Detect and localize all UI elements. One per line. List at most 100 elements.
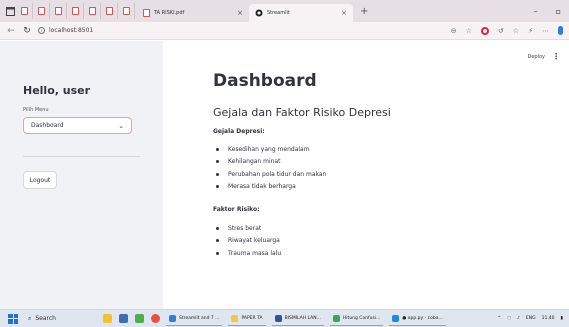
chrome-icon bbox=[332, 314, 340, 322]
list-item: Kehilangan minat bbox=[213, 156, 326, 169]
menu-label: Pilih Menu bbox=[23, 107, 49, 113]
volume-icon[interactable]: ♪ bbox=[517, 316, 520, 321]
risk-list: Stres berat Riwayat keluarga Trauma masa… bbox=[213, 222, 281, 260]
menu-select-value: Dashboard bbox=[31, 122, 64, 129]
logout-button[interactable]: Logout bbox=[23, 171, 57, 189]
url-field[interactable]: i localhost:8501 bbox=[38, 27, 93, 34]
pdf-icon bbox=[105, 7, 113, 15]
taskbar-app[interactable]: PAPER TA bbox=[228, 312, 266, 326]
bullet-icon bbox=[216, 160, 219, 164]
restore-icon[interactable]: ▫ bbox=[556, 7, 561, 16]
copilot-icon[interactable] bbox=[558, 26, 563, 35]
bullet-icon bbox=[216, 251, 219, 255]
taskbar-app[interactable]: Hitung Confusi... bbox=[329, 312, 384, 326]
streamlit-icon bbox=[255, 9, 263, 17]
pinned-tab[interactable] bbox=[67, 3, 84, 19]
taskbar-search[interactable]: ⌕ Search bbox=[28, 312, 96, 326]
page-subtitle: Gejala dan Faktor Risiko Depresi bbox=[213, 106, 391, 119]
pinned-tab[interactable] bbox=[101, 3, 118, 19]
close-tab-icon[interactable]: × bbox=[237, 9, 243, 17]
task-view-icon[interactable] bbox=[119, 314, 128, 323]
close-tab-icon[interactable]: × bbox=[341, 9, 347, 17]
system-tray: ^ ◌ ♪ ENG 11.40 ▮ bbox=[497, 316, 563, 321]
windows-start-icon[interactable] bbox=[8, 313, 18, 324]
menu-select[interactable]: Dashboard ⌄ bbox=[23, 117, 132, 134]
chevron-up-icon[interactable]: ^ bbox=[497, 316, 501, 321]
pdf-icon bbox=[71, 7, 79, 15]
tab-streamlit[interactable]: Streamlit × bbox=[249, 4, 353, 22]
vscode-icon bbox=[392, 314, 400, 322]
list-item: Merasa tidak berharga bbox=[213, 181, 326, 194]
clock[interactable]: 11.40 bbox=[542, 316, 555, 321]
zoom-icon[interactable]: ⊖ bbox=[451, 27, 457, 35]
risk-heading: Faktor Risiko: bbox=[213, 206, 260, 213]
url-text: localhost:8501 bbox=[49, 27, 94, 34]
folder-icon bbox=[231, 314, 239, 322]
list-item: Stres berat bbox=[213, 222, 281, 235]
pinned-tab[interactable] bbox=[16, 3, 33, 19]
pdf-icon bbox=[122, 7, 130, 15]
chrome-icon[interactable] bbox=[151, 314, 160, 323]
opera-icon[interactable] bbox=[480, 26, 489, 35]
bullet-icon bbox=[216, 226, 219, 230]
list-item: Kesedihan yang mendalam bbox=[213, 143, 326, 156]
tab-ta-riski-pdf[interactable]: TA RISKI.pdf × bbox=[137, 4, 249, 22]
notification-icon[interactable]: ▮ bbox=[561, 316, 563, 321]
pinned-tab[interactable] bbox=[33, 3, 50, 19]
language-indicator[interactable]: ENG bbox=[526, 316, 536, 321]
bullet-icon bbox=[216, 147, 219, 151]
list-item: Perubahan pola tidur dan makan bbox=[213, 168, 326, 181]
tab-title: TA RISKI.pdf bbox=[154, 10, 185, 16]
bullet-icon bbox=[216, 239, 219, 243]
taskbar-app[interactable]: ● app.py - coba... bbox=[389, 312, 446, 326]
taskbar-app[interactable]: BISMILAH LAN... bbox=[271, 312, 324, 326]
address-bar: ← ↻ i localhost:8501 ⊖ ☆ ↺ ☆ ⚡ ⋯ bbox=[0, 22, 569, 40]
list-item: Riwayat keluarga bbox=[213, 235, 281, 248]
address-bar-icons: ⊖ ☆ ↺ ☆ ⚡ ⋯ bbox=[451, 26, 563, 35]
reload-icon[interactable]: ↻ bbox=[22, 26, 32, 36]
sidebar: Hello, user Pilih Menu Dashboard ⌄ Logou… bbox=[0, 41, 163, 309]
list-item: Trauma masa lalu bbox=[213, 247, 281, 260]
symptoms-list: Kesedihan yang mendalam Kehilangan minat… bbox=[213, 143, 326, 193]
taskbar: ⌕ Search Streamlit and 7 ... PAPER TA BI… bbox=[0, 309, 569, 327]
search-icon: ⌕ bbox=[28, 314, 32, 322]
pdf-icon bbox=[88, 7, 96, 15]
extensions-icon[interactable]: ⚡ bbox=[528, 27, 533, 35]
browser-icon bbox=[169, 314, 176, 322]
new-tab-button[interactable]: + bbox=[360, 6, 368, 17]
chevron-down-icon: ⌄ bbox=[118, 121, 124, 130]
taskbar-app[interactable]: Streamlit and 7 ... bbox=[166, 312, 223, 326]
network-icon[interactable]: ◌ bbox=[507, 316, 511, 321]
greeting: Hello, user bbox=[23, 84, 91, 97]
pinned-tab[interactable] bbox=[118, 3, 135, 19]
page-title: Dashboard bbox=[213, 71, 317, 91]
favorites-icon[interactable]: ☆ bbox=[513, 27, 519, 35]
pdf-icon bbox=[54, 7, 62, 15]
bullet-icon bbox=[216, 185, 219, 189]
pdf-icon bbox=[20, 7, 28, 15]
window-menu-icon[interactable] bbox=[4, 5, 16, 17]
bookmark-star-icon[interactable]: ☆ bbox=[466, 27, 472, 35]
weather-icon[interactable] bbox=[103, 314, 112, 323]
tab-title: Streamlit bbox=[267, 10, 290, 16]
app-icon[interactable] bbox=[135, 314, 144, 323]
search-label: Search bbox=[35, 315, 56, 322]
word-icon bbox=[274, 314, 282, 322]
bullet-icon bbox=[216, 172, 219, 176]
back-icon[interactable]: ← bbox=[6, 26, 16, 36]
pdf-icon bbox=[143, 9, 150, 17]
site-info-icon[interactable]: i bbox=[38, 27, 45, 34]
minimize-icon[interactable]: – bbox=[534, 7, 538, 16]
main-menu-icon[interactable]: ⋮ bbox=[552, 52, 560, 61]
main-content: Deploy ⋮ Dashboard Gejala dan Faktor Ris… bbox=[163, 41, 569, 309]
pdf-icon bbox=[37, 7, 45, 15]
browser-tab-strip: TA RISKI.pdf × Streamlit × + – ▫ bbox=[0, 0, 569, 22]
sidebar-divider bbox=[23, 156, 140, 157]
window-controls: – ▫ bbox=[534, 7, 561, 16]
refresh-icon[interactable]: ↺ bbox=[498, 27, 504, 35]
pinned-tab[interactable] bbox=[50, 3, 67, 19]
more-icon[interactable]: ⋯ bbox=[542, 27, 549, 35]
pinned-tab[interactable] bbox=[84, 3, 101, 19]
symptoms-heading: Gejala Depresi: bbox=[213, 128, 265, 135]
deploy-button[interactable]: Deploy bbox=[527, 54, 545, 60]
